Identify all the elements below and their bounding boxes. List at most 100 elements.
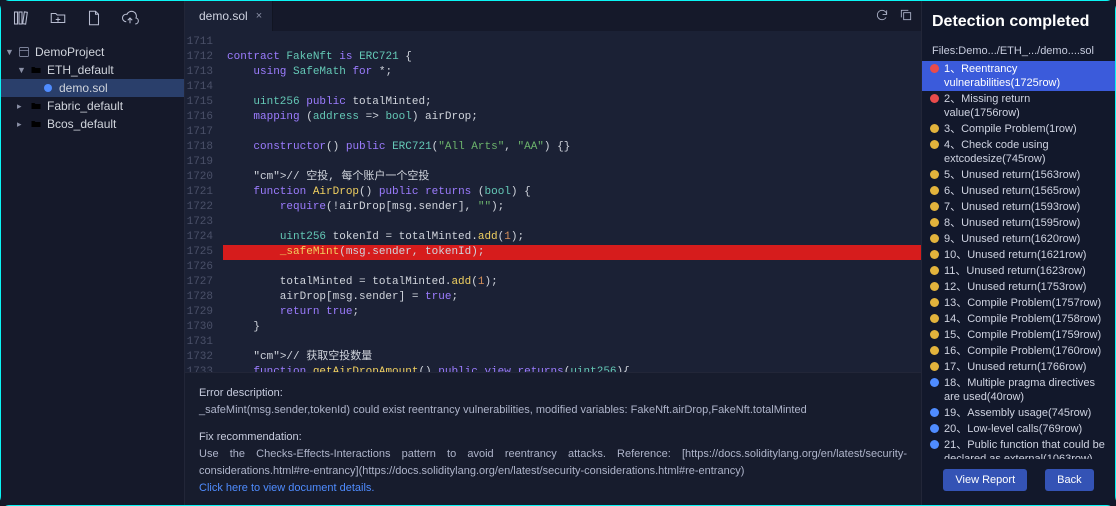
tree-item-label: Bcos_default: [47, 117, 116, 131]
tree-folder[interactable]: ▸Bcos_default: [1, 115, 184, 133]
code-line[interactable]: require(!airDrop[msg.sender], "");: [223, 200, 921, 215]
tree-root-label: DemoProject: [35, 45, 104, 59]
issue-item[interactable]: 6、Unused return(1565row): [922, 183, 1115, 199]
view-report-button[interactable]: View Report: [943, 469, 1027, 491]
code-line[interactable]: mapping (address => bool) airDrop;: [223, 110, 921, 125]
severity-blue-icon: [930, 408, 939, 417]
doc-link[interactable]: Click here to view document details.: [199, 482, 374, 494]
tree-file[interactable]: demo.sol: [1, 79, 184, 97]
new-file-icon[interactable]: [85, 9, 103, 30]
fix-rec-label: Fix recommendation:: [199, 429, 907, 446]
issue-text: 19、Assembly usage(745row): [944, 406, 1107, 420]
issue-item[interactable]: 15、Compile Problem(1759row): [922, 327, 1115, 343]
editor-area: demo.sol × 17111712171317141715171617171…: [185, 1, 921, 505]
back-button[interactable]: Back: [1045, 469, 1093, 491]
issue-item[interactable]: 9、Unused return(1620row): [922, 231, 1115, 247]
code-line[interactable]: totalMinted = totalMinted.add(1);: [223, 275, 921, 290]
code-line[interactable]: constructor() public ERC721("All Arts", …: [223, 140, 921, 155]
code-line[interactable]: [223, 260, 921, 275]
line-gutter: 1711171217131714171517161717171817191720…: [185, 31, 219, 372]
issue-item[interactable]: 21、Public function that could be declare…: [922, 437, 1115, 459]
issue-item[interactable]: 2、Missing return value(1756row): [922, 91, 1115, 121]
code-line[interactable]: "cm">// 空投, 每个账户一个空投: [223, 170, 921, 185]
issue-item[interactable]: 20、Low-level calls(769row): [922, 421, 1115, 437]
code-line[interactable]: uint256 tokenId = totalMinted.add(1);: [223, 230, 921, 245]
tree-root[interactable]: ▼ DemoProject: [1, 43, 184, 61]
code-line[interactable]: airDrop[msg.sender] = true;: [223, 290, 921, 305]
file-tree: ▼ DemoProject ▼ETH_default demo.sol ▸Fabri…: [1, 37, 184, 505]
issue-item[interactable]: 4、Check code using extcodesize(745row): [922, 137, 1115, 167]
severity-yellow-icon: [930, 314, 939, 323]
code-body[interactable]: contract FakeNft is ERC721 { using SafeM…: [219, 31, 921, 372]
code-line[interactable]: [223, 215, 921, 230]
issue-item[interactable]: 13、Compile Problem(1757row): [922, 295, 1115, 311]
issue-text: 7、Unused return(1593row): [944, 200, 1107, 214]
copy-icon[interactable]: [899, 8, 913, 25]
issue-item[interactable]: 12、Unused return(1753row): [922, 279, 1115, 295]
issue-item[interactable]: 5、Unused return(1563row): [922, 167, 1115, 183]
tree-item-label: ETH_default: [47, 63, 114, 77]
severity-blue-icon: [930, 378, 939, 387]
code-line[interactable]: [223, 80, 921, 95]
issue-text: 12、Unused return(1753row): [944, 280, 1107, 294]
folder-icon: [29, 63, 43, 77]
severity-yellow-icon: [930, 362, 939, 371]
issue-item[interactable]: 16、Compile Problem(1760row): [922, 343, 1115, 359]
issue-text: 6、Unused return(1565row): [944, 184, 1107, 198]
issue-item[interactable]: 8、Unused return(1595row): [922, 215, 1115, 231]
new-folder-icon[interactable]: [49, 9, 67, 30]
issue-item[interactable]: 1、Reentrancy vulnerabilities(1725row): [922, 61, 1115, 91]
issue-text: 10、Unused return(1621row): [944, 248, 1107, 262]
severity-blue-icon: [930, 440, 939, 449]
issue-item[interactable]: 11、Unused return(1623row): [922, 263, 1115, 279]
code-editor[interactable]: 1711171217131714171517161717171817191720…: [185, 31, 921, 372]
close-tab-icon[interactable]: ×: [256, 10, 262, 22]
issue-text: 11、Unused return(1623row): [944, 264, 1107, 278]
code-line[interactable]: uint256 public totalMinted;: [223, 95, 921, 110]
issue-text: 13、Compile Problem(1757row): [944, 296, 1107, 310]
file-icon: [41, 81, 55, 95]
detection-panel: Detection completed Files:Demo.../ETH_..…: [921, 1, 1115, 505]
code-line[interactable]: function AirDrop() public returns (bool)…: [223, 185, 921, 200]
code-line[interactable]: contract FakeNft is ERC721 {: [223, 50, 921, 65]
issue-item[interactable]: 18、Multiple pragma directives are used(4…: [922, 375, 1115, 405]
error-desc-text: _safeMint(msg.sender,tokenId) could exis…: [199, 402, 907, 419]
severity-yellow-icon: [930, 140, 939, 149]
library-icon[interactable]: [13, 9, 31, 30]
issue-item[interactable]: 19、Assembly usage(745row): [922, 405, 1115, 421]
code-line[interactable]: [223, 155, 921, 170]
code-line[interactable]: return true;: [223, 305, 921, 320]
refresh-icon[interactable]: [875, 8, 889, 25]
code-line[interactable]: [223, 35, 921, 50]
issue-item[interactable]: 17、Unused return(1766row): [922, 359, 1115, 375]
issue-item[interactable]: 10、Unused return(1621row): [922, 247, 1115, 263]
tree-folder[interactable]: ▼ETH_default: [1, 61, 184, 79]
severity-yellow-icon: [930, 330, 939, 339]
code-line[interactable]: using SafeMath for *;: [223, 65, 921, 80]
tree-folder[interactable]: ▸Fabric_default: [1, 97, 184, 115]
code-line[interactable]: "cm">// 获取空投数量: [223, 350, 921, 365]
code-line[interactable]: function getAirDropAmount() public view …: [223, 365, 921, 372]
severity-yellow-icon: [930, 234, 939, 243]
detection-title: Detection completed: [922, 7, 1115, 45]
cloud-upload-icon[interactable]: [121, 9, 139, 30]
issue-text: 5、Unused return(1563row): [944, 168, 1107, 182]
code-line[interactable]: _safeMint(msg.sender, tokenId);: [223, 245, 921, 260]
sidebar-toolbar: [1, 1, 184, 37]
tab-demo[interactable]: demo.sol ×: [185, 1, 273, 31]
code-line[interactable]: }: [223, 320, 921, 335]
folder-icon: [29, 117, 43, 131]
severity-yellow-icon: [930, 346, 939, 355]
severity-yellow-icon: [930, 218, 939, 227]
tree-item-label: demo.sol: [59, 81, 108, 95]
code-line[interactable]: [223, 125, 921, 140]
issue-item[interactable]: 3、Compile Problem(1row): [922, 121, 1115, 137]
severity-yellow-icon: [930, 202, 939, 211]
sidebar: ▼ DemoProject ▼ETH_default demo.sol ▸Fabri…: [1, 1, 185, 505]
code-line[interactable]: [223, 335, 921, 350]
severity-yellow-icon: [930, 282, 939, 291]
issue-item[interactable]: 7、Unused return(1593row): [922, 199, 1115, 215]
issue-text: 21、Public function that could be declare…: [944, 438, 1107, 459]
severity-yellow-icon: [930, 266, 939, 275]
issue-item[interactable]: 14、Compile Problem(1758row): [922, 311, 1115, 327]
